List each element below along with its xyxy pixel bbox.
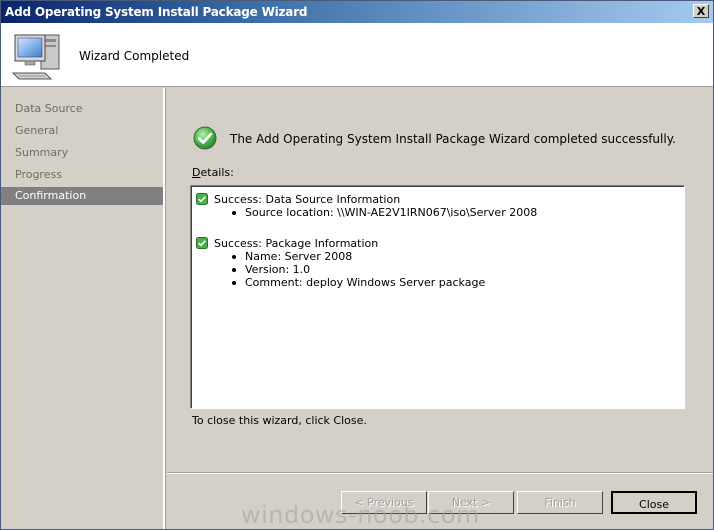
details-textbox[interactable]: Success: Data Source Information Source …	[190, 185, 685, 409]
wizard-steps-sidebar: Data Source General Summary Progress Con…	[1, 88, 166, 529]
details-entry-title: Success: Package Information	[214, 237, 379, 250]
success-check-icon	[196, 237, 208, 249]
details-item: Source location: \\WIN-AE2V1IRN067\iso\S…	[230, 206, 537, 219]
previous-button[interactable]: < Previous	[341, 491, 427, 514]
sidebar-item-confirmation[interactable]: Confirmation	[1, 187, 163, 205]
sidebar-item-data-source[interactable]: Data Source	[1, 100, 163, 118]
wizard-header: Wizard Completed	[1, 23, 713, 87]
close-button[interactable]: Close	[611, 491, 697, 514]
wizard-button-bar: < Previous Next > Finish Close	[167, 472, 713, 529]
close-icon: X	[696, 4, 706, 18]
next-button[interactable]: Next >	[428, 491, 514, 514]
title-bar[interactable]: Add Operating System Install Package Wiz…	[1, 1, 713, 23]
success-message: The Add Operating System Install Package…	[230, 132, 676, 146]
wizard-content: The Add Operating System Install Package…	[167, 88, 713, 472]
wizard-window: Add Operating System Install Package Wiz…	[0, 0, 714, 530]
close-button-label: Close	[639, 498, 669, 511]
details-entry-title: Success: Data Source Information	[214, 193, 401, 206]
window-title: Add Operating System Install Package Wiz…	[5, 5, 308, 19]
details-entry-list: Source location: \\WIN-AE2V1IRN067\iso\S…	[230, 206, 537, 219]
details-entry-list: Name: Server 2008 Version: 1.0 Comment: …	[230, 250, 485, 289]
details-item: Comment: deploy Windows Server package	[230, 276, 485, 289]
success-check-icon	[196, 193, 208, 205]
close-window-button[interactable]: X	[693, 4, 709, 18]
finish-button[interactable]: Finish	[517, 491, 603, 514]
page-title: Wizard Completed	[79, 49, 190, 63]
details-item: Name: Server 2008	[230, 250, 485, 263]
sidebar-item-summary[interactable]: Summary	[1, 144, 163, 162]
success-check-icon	[193, 126, 217, 150]
details-item: Version: 1.0	[230, 263, 485, 276]
computer-icon	[11, 34, 60, 80]
sidebar-item-progress[interactable]: Progress	[1, 166, 163, 184]
details-label: Details:	[192, 166, 234, 179]
sidebar-item-general[interactable]: General	[1, 122, 163, 140]
close-hint-text: To close this wizard, click Close.	[192, 414, 367, 427]
